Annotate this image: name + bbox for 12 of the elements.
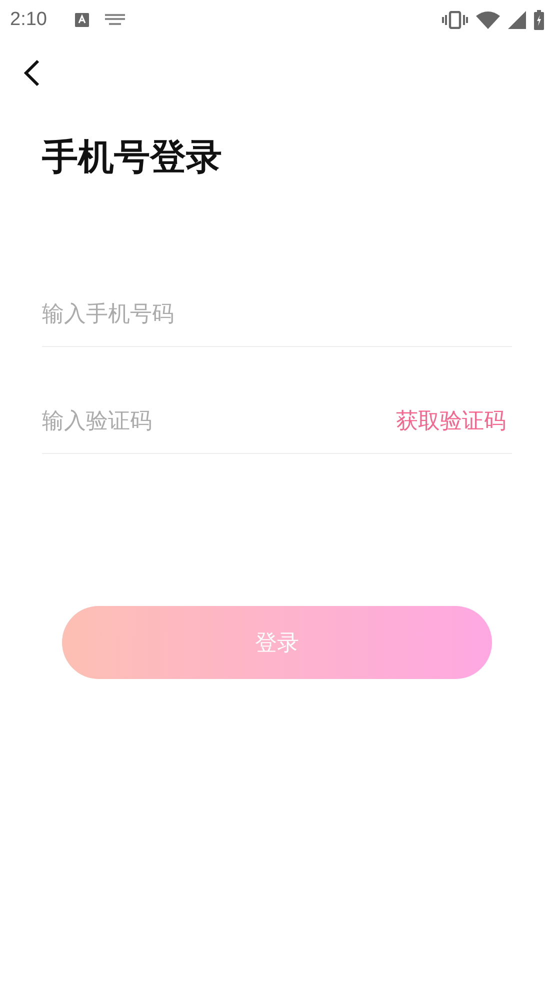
signal-icon <box>508 11 526 29</box>
back-icon <box>23 58 41 86</box>
battery-icon <box>534 10 544 30</box>
vibrate-icon <box>442 11 468 29</box>
keyboard-icon <box>104 14 125 26</box>
get-code-link[interactable]: 获取验证码 <box>396 406 512 436</box>
phone-input-field[interactable]: 输入手机号码 <box>42 302 512 326</box>
keyboard-letter-icon <box>74 13 89 27</box>
wifi-icon <box>476 11 500 29</box>
status-time: 2:10 <box>10 9 47 31</box>
code-input-field[interactable]: 输入验证码 <box>42 408 396 434</box>
page-title: 手机号登录 <box>42 136 223 180</box>
